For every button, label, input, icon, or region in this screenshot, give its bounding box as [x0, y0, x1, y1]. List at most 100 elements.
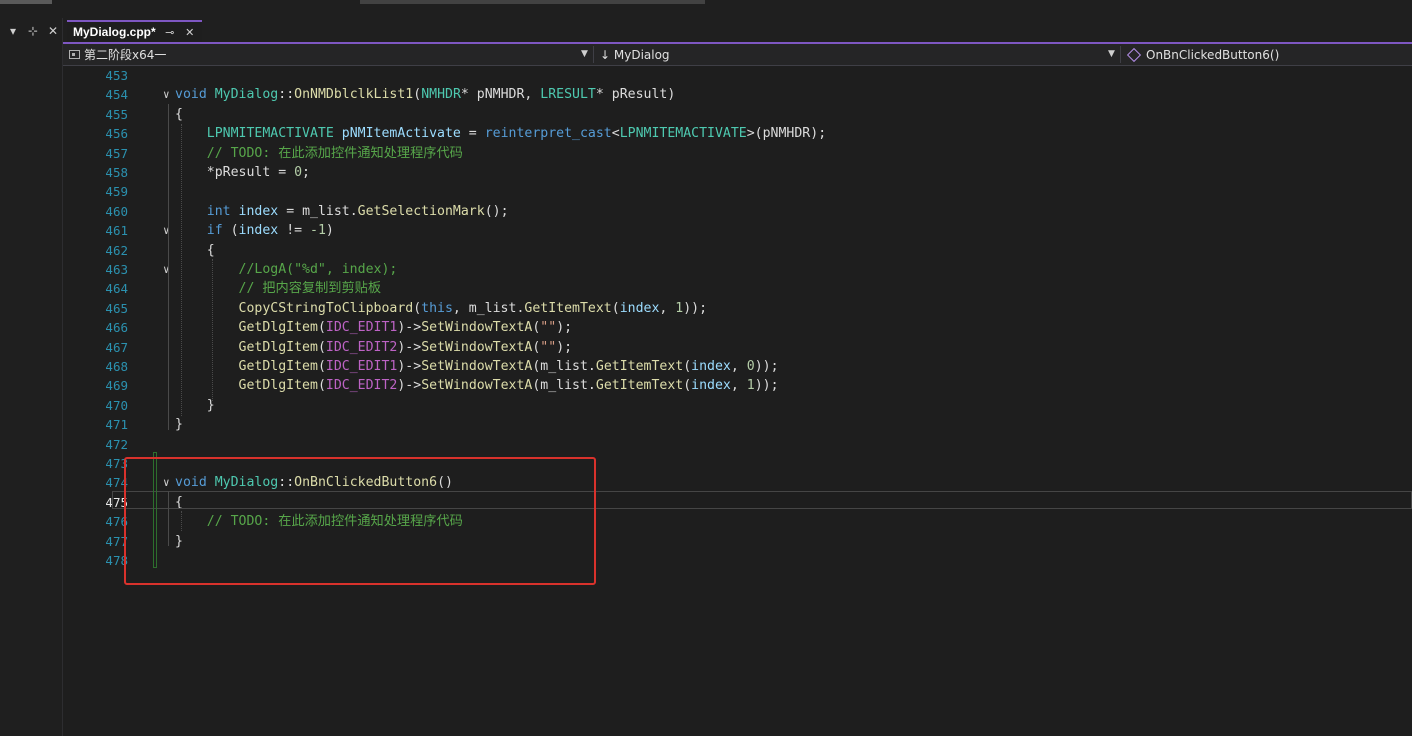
code-token: GetItemText — [524, 300, 612, 316]
code-line[interactable]: 454 ∨ void MyDialog::OnNMDblclkList1(NMHDR… — [63, 85, 1412, 104]
code-token: , — [730, 378, 747, 394]
code-line[interactable]: 465 CopyCStringToClipboard(this, m_list.… — [63, 299, 1412, 318]
nav-divider — [593, 46, 594, 63]
code-token: IDC_EDIT2 — [325, 339, 398, 355]
code-line[interactable]: 453 — [63, 66, 1412, 85]
line-number: 478 — [105, 553, 128, 568]
code-token: * pResult) — [595, 87, 676, 103]
code-line[interactable]: 462 { — [63, 241, 1412, 260]
code-line[interactable]: 470 } — [63, 396, 1412, 415]
side-panel: ▾ ⊹ ✕ — [0, 18, 63, 736]
code-text: int index = m_list.GetSelectionMark(); — [175, 202, 509, 221]
code-line[interactable]: 456 LPNMITEMACTIVATE pNMItemActivate = r… — [63, 124, 1412, 143]
class-scope-dropdown[interactable]: ↓ MyDialog — [600, 44, 1100, 65]
pin-icon[interactable]: ⊸ — [164, 26, 176, 39]
code-token: , — [659, 300, 676, 316]
tab-mydialog-cpp[interactable]: MyDialog.cpp* ⊸ ✕ — [67, 20, 202, 42]
line-number: 458 — [105, 165, 128, 180]
code-token: (m_list. — [532, 359, 596, 374]
code-token: OnNMDblclkList1 — [294, 87, 414, 103]
code-text: if (index != -1) — [175, 221, 334, 240]
code-token: )-> — [397, 359, 422, 374]
code-line[interactable]: 461 ∨ if (index != -1) — [63, 221, 1412, 240]
line-number: 462 — [105, 242, 128, 258]
code-editor[interactable]: 453454 ∨ void MyDialog::OnNMDblclkList1(NM… — [63, 66, 1412, 736]
line-number: 457 — [105, 145, 128, 161]
code-line[interactable]: 457 // TODO: 在此添加控件通知处理程序代码 — [63, 144, 1412, 163]
code-token: index — [691, 378, 731, 394]
project-dropdown[interactable]: 第二阶段x64一 — [69, 44, 589, 65]
code-token: ( — [683, 378, 692, 394]
code-token: IDC_EDIT2 — [325, 378, 398, 394]
code-line[interactable]: 466 GetDlgItem(IDC_EDIT1)->SetWindowText… — [63, 318, 1412, 337]
code-token: SetWindowTextA — [421, 320, 533, 336]
line-number: 467 — [105, 339, 128, 355]
code-token: = — [460, 126, 485, 142]
line-number: 476 — [105, 514, 128, 530]
code-line[interactable]: 472 — [63, 435, 1412, 454]
member-label: OnBnClickedButton6() — [1146, 47, 1280, 62]
project-label: 第二阶段x64一 — [84, 48, 167, 62]
code-token: MyDialog — [214, 87, 279, 103]
code-token: (m_list. — [532, 378, 596, 394]
code-line[interactable]: 463 ∨ //LogA("%d", index); — [63, 260, 1412, 279]
code-line[interactable]: 455 { — [63, 105, 1412, 124]
code-token: 0 — [294, 165, 303, 180]
code-text: CopyCStringToClipboard(this, m_list.GetI… — [175, 299, 708, 318]
code-token: ( — [611, 300, 620, 316]
code-token: int — [206, 203, 231, 219]
code-line[interactable]: 459 — [63, 182, 1412, 201]
code-token: index — [238, 203, 279, 219]
code-text: { — [175, 105, 183, 124]
code-token: ) — [325, 223, 334, 239]
line-number: 470 — [105, 397, 128, 413]
line-number: 463 — [105, 262, 128, 277]
code-token: { — [175, 106, 183, 122]
member-dropdown[interactable]: OnBnClickedButton6() — [1126, 44, 1406, 65]
fold-chevron-icon[interactable]: ∨ — [163, 85, 170, 104]
toolbar-strip — [0, 0, 1412, 18]
code-token: GetDlgItem — [238, 378, 318, 394]
line-number: 469 — [105, 378, 128, 394]
code-line[interactable]: 460 int index = m_list.GetSelectionMark(… — [63, 202, 1412, 221]
code-line[interactable]: 464 // 把内容复制到剪贴板 — [63, 279, 1412, 298]
code-text: GetDlgItem(IDC_EDIT2)->SetWindowTextA(""… — [175, 338, 573, 357]
code-token: 0 — [746, 359, 755, 374]
code-token: SetWindowTextA — [421, 378, 533, 394]
code-line[interactable]: 467 GetDlgItem(IDC_EDIT2)->SetWindowText… — [63, 338, 1412, 357]
code-line[interactable]: 468 GetDlgItem(IDC_EDIT1)->SetWindowText… — [63, 357, 1412, 376]
dropdown-icon[interactable]: ▾ — [6, 24, 20, 38]
code-text: GetDlgItem(IDC_EDIT1)->SetWindowTextA(""… — [175, 318, 573, 337]
code-text: // TODO: 在此添加控件通知处理程序代码 — [175, 144, 463, 163]
code-line[interactable]: 469 GetDlgItem ( IDC_EDIT2)->SetWindowText… — [63, 376, 1412, 395]
code-token: )-> — [397, 378, 422, 394]
code-token: ( — [683, 359, 692, 374]
pin-icon[interactable]: ⊹ — [26, 24, 40, 38]
code-token: < — [611, 126, 620, 142]
code-line[interactable]: 471} — [63, 415, 1412, 434]
class-scope-label: ↓ MyDialog — [600, 47, 670, 62]
code-token: ( — [413, 87, 422, 103]
code-text: } — [175, 415, 183, 434]
line-number: 453 — [105, 68, 128, 83]
line-number: 465 — [105, 300, 128, 316]
line-number: 460 — [105, 203, 128, 219]
code-token: CopyCStringToClipboard — [238, 300, 414, 316]
line-number: 466 — [105, 320, 128, 336]
code-line[interactable]: 458 *pResult = 0; — [63, 163, 1412, 182]
close-icon[interactable]: ✕ — [46, 24, 60, 38]
code-token: GetDlgItem — [238, 320, 318, 336]
code-token: ); — [556, 320, 573, 336]
side-panel-buttons: ▾ ⊹ ✕ — [6, 24, 60, 38]
code-text: // 把内容复制到剪贴板 — [175, 279, 382, 298]
fold-bracket — [168, 104, 169, 430]
close-icon[interactable]: ✕ — [184, 26, 196, 39]
method-icon — [1126, 47, 1142, 62]
code-token: GetItemText — [595, 359, 684, 374]
code-token: this — [421, 300, 453, 316]
